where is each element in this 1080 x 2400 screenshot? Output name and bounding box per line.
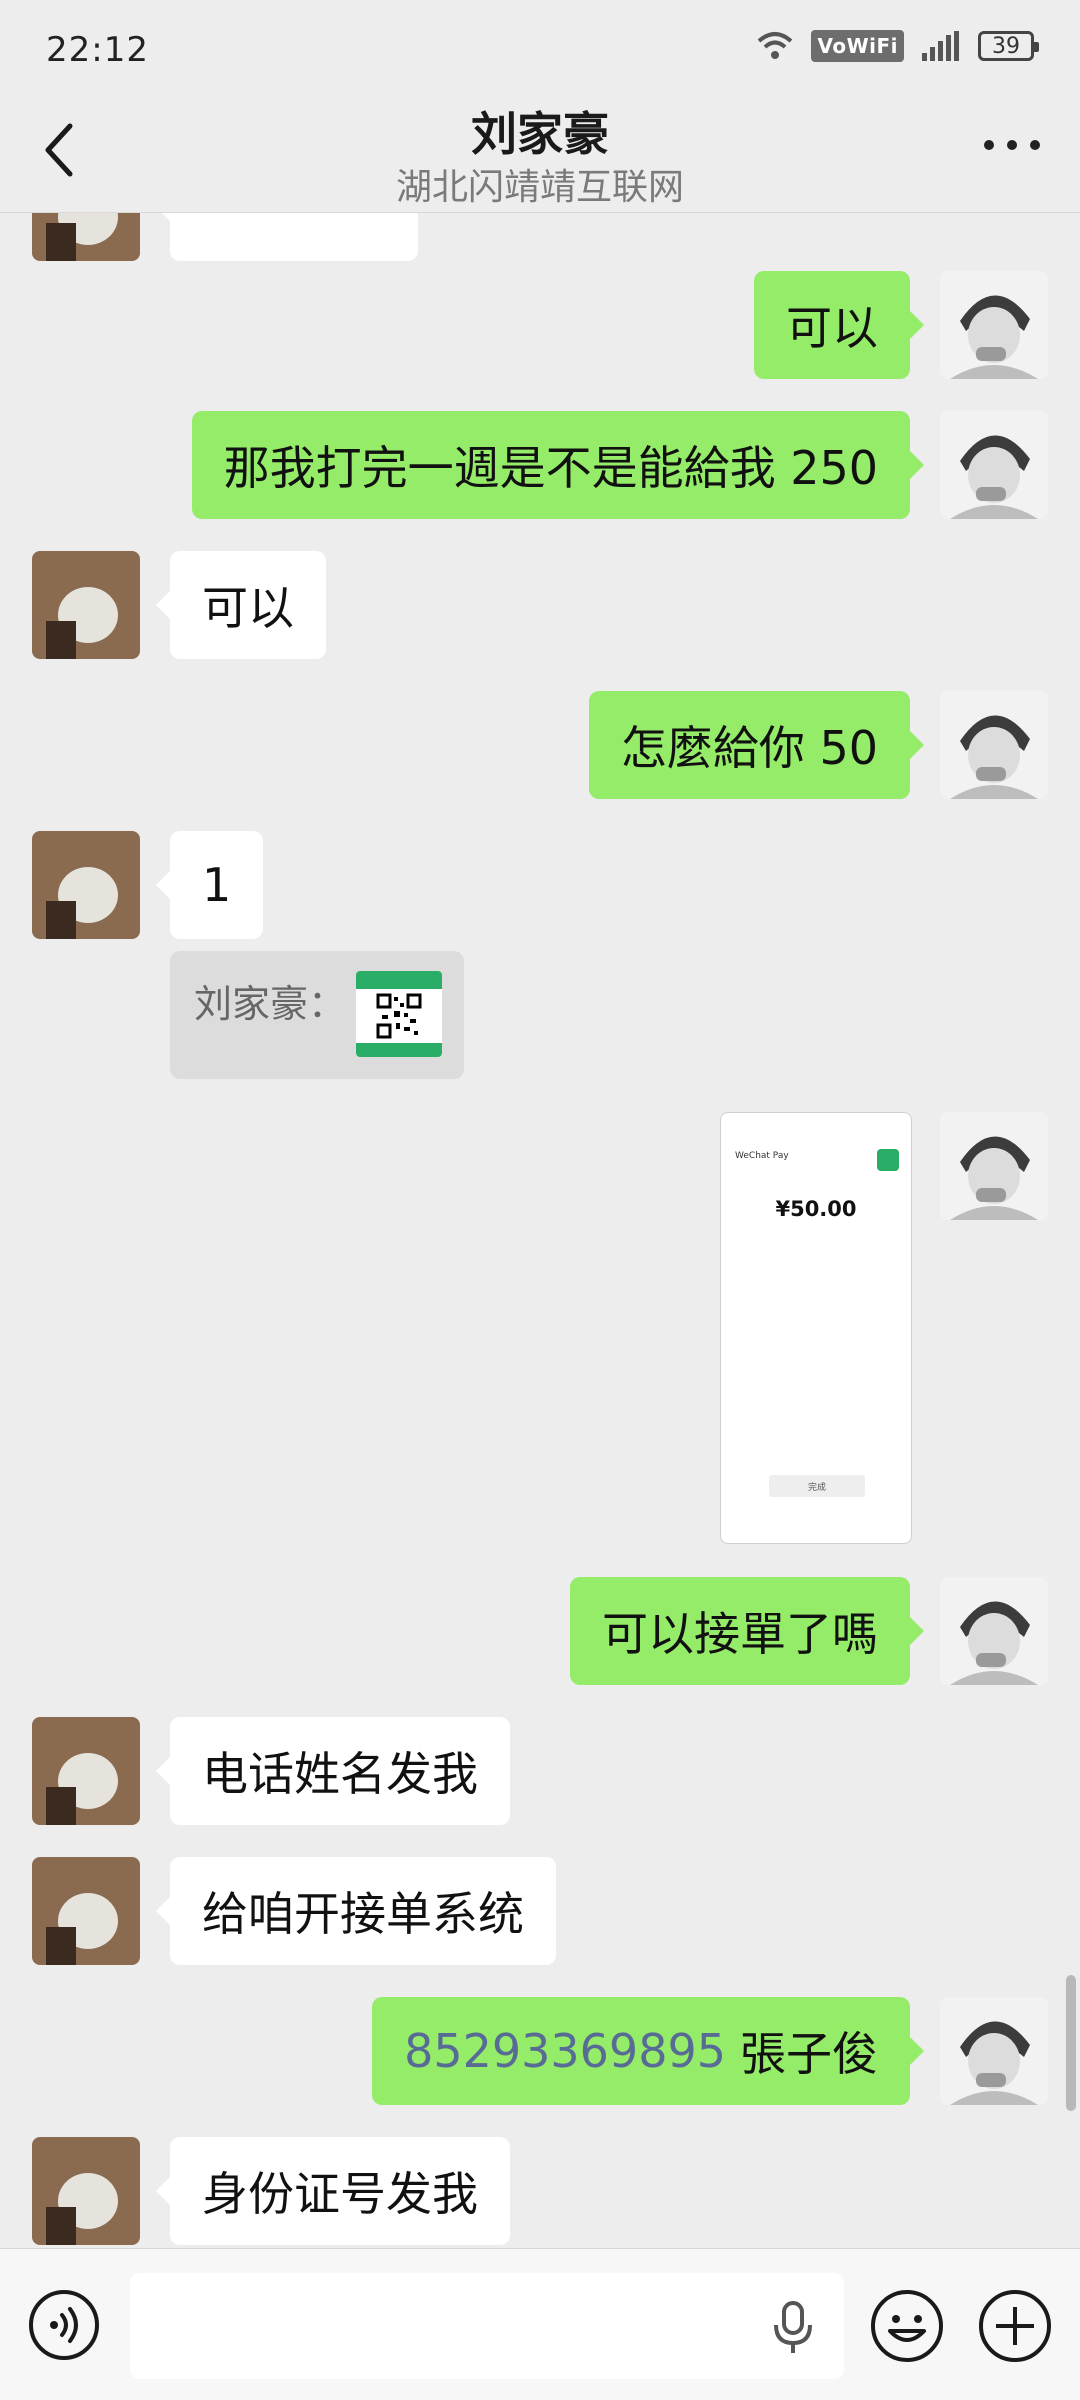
status-bar: 22:12 VoWiFi 39 <box>0 0 1080 100</box>
payment-amount: ¥50.00 <box>775 1197 857 1221</box>
payment-brand: WeChat Pay <box>735 1151 789 1161</box>
message-bubble-incoming[interactable]: 给咱开接单系统 <box>156 1857 556 1965</box>
battery-level: 39 <box>992 33 1020 59</box>
qr-code-thumbnail[interactable] <box>356 971 442 1057</box>
message-bubble-incoming[interactable]: 1 <box>155 831 264 939</box>
my-avatar[interactable] <box>940 1577 1048 1685</box>
message-bubble-outgoing[interactable]: 可以接單了嗎 <box>570 1577 924 1685</box>
dot <box>984 140 994 150</box>
message-bubble-outgoing[interactable]: 怎麼給你 50 <box>588 691 925 799</box>
message-bubble-outgoing[interactable]: 可以 <box>754 271 924 379</box>
phone-number-link[interactable]: 85293369895 <box>404 2024 726 2078</box>
message-list[interactable]: 可以 那我打完一週是不是能給我 250 可以 怎麼給你 50 1 刘家豪： We… <box>0 213 1080 2247</box>
my-avatar[interactable] <box>940 411 1048 519</box>
contact-avatar[interactable] <box>32 1857 140 1965</box>
message-bubble-incoming[interactable]: 身份证号发我 <box>156 2137 510 2245</box>
microphone-icon[interactable] <box>770 2299 816 2355</box>
contact-avatar[interactable] <box>32 1717 140 1825</box>
status-time: 22:12 <box>46 30 149 70</box>
payment-done-button: 完成 <box>769 1475 865 1497</box>
contact-avatar[interactable] <box>32 213 140 261</box>
more-dots-icon[interactable] <box>984 140 1040 156</box>
message-bubble-incoming[interactable] <box>156 213 418 261</box>
message-input[interactable] <box>130 2273 844 2379</box>
my-avatar[interactable] <box>940 271 1048 379</box>
chat-subtitle: 湖北闪靖靖互联网 <box>395 167 684 208</box>
battery-icon: 39 <box>978 31 1039 61</box>
contact-avatar[interactable] <box>32 831 140 939</box>
chat-title: 刘家豪 <box>471 107 609 161</box>
input-bar <box>0 2248 1080 2400</box>
wifi-icon <box>758 32 793 59</box>
message-name-text: 張子俊 <box>740 2027 878 2081</box>
emoji-icon[interactable] <box>870 2289 944 2363</box>
my-avatar[interactable] <box>940 691 1048 799</box>
contact-avatar[interactable] <box>32 551 140 659</box>
signal-icon <box>922 31 959 61</box>
qr-card-header <box>356 971 442 989</box>
message-bubble-outgoing[interactable]: 那我打完一週是不是能給我 250 <box>191 411 925 519</box>
my-avatar[interactable] <box>940 1997 1048 2105</box>
message-bubble-incoming[interactable]: 可以 <box>156 551 326 659</box>
my-avatar[interactable] <box>940 1112 1048 1220</box>
quoted-message[interactable]: 刘家豪： <box>170 951 464 1079</box>
quote-sender: 刘家豪： <box>194 982 347 1026</box>
wechat-pay-logo-icon <box>877 1149 899 1171</box>
scrollbar[interactable] <box>1066 1975 1076 2111</box>
plus-icon[interactable] <box>978 2289 1052 2363</box>
chat-header: 刘家豪 湖北闪靖靖互联网 <box>0 88 1080 210</box>
voice-mode-icon[interactable] <box>28 2289 100 2361</box>
vowifi-badge: VoWiFi <box>811 30 904 62</box>
payment-screenshot-image[interactable]: WeChat Pay ¥50.00 完成 <box>720 1112 912 1544</box>
qr-card-footer <box>356 1043 442 1057</box>
message-bubble-outgoing[interactable]: 85293369895 張子俊 <box>372 1997 924 2105</box>
status-icons: VoWiFi 39 <box>757 30 1039 62</box>
message-bubble-incoming[interactable]: 电话姓名发我 <box>156 1717 510 1825</box>
qr-code-icon <box>376 993 422 1039</box>
dot <box>1030 140 1040 150</box>
contact-avatar[interactable] <box>32 2137 140 2245</box>
dot <box>1007 140 1017 150</box>
